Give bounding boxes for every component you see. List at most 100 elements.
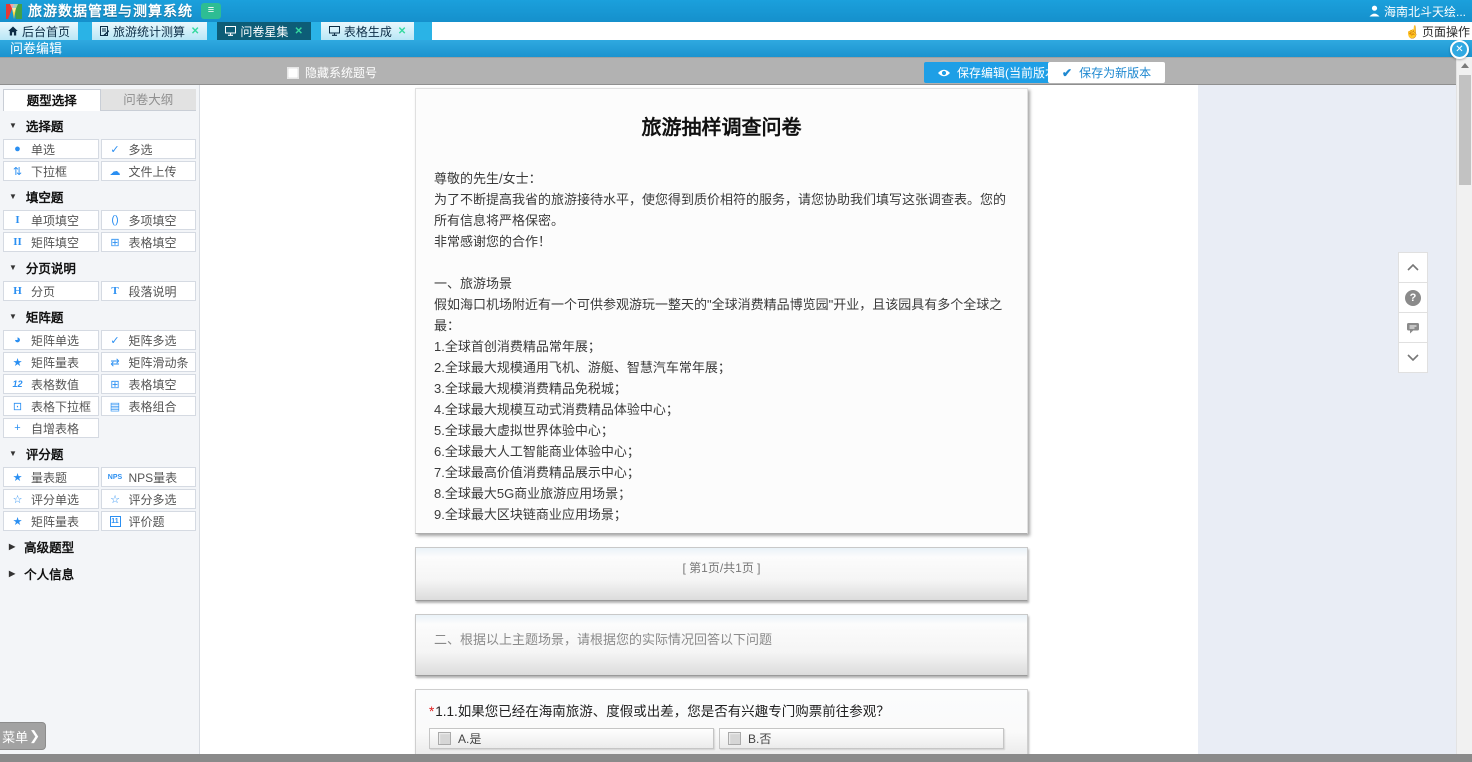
sidebar-item-table-dropdown[interactable]: ⊡ 表格下拉框	[3, 396, 99, 416]
scrollbar-up-arrow[interactable]	[1457, 57, 1472, 73]
item-label: 下拉框	[31, 163, 67, 180]
scroll-bottom-button[interactable]	[1398, 342, 1428, 373]
required-asterisk: *	[429, 704, 434, 719]
item-label: 分页	[31, 283, 55, 300]
section-rating[interactable]: ▼ 评分题	[0, 439, 199, 466]
tab-label: 后台首页	[22, 23, 70, 40]
sidebar-item-table-fill[interactable]: ⊞ 表格填空	[101, 374, 197, 394]
box-dropdown-icon: ⊡	[10, 400, 25, 413]
survey-intro-card[interactable]: 旅游抽样调查问卷 尊敬的先生/女士：为了不断提高我省的旅游接待水平，使您得到质价…	[415, 88, 1028, 534]
star-icon: ★	[10, 356, 25, 369]
user-icon	[1369, 5, 1380, 17]
sidebar-item-matrix-single[interactable]: ◕ 矩阵单选	[3, 330, 99, 350]
radio-dot-icon: ●	[10, 143, 25, 155]
tab-backstage-home[interactable]: 后台首页	[0, 22, 78, 40]
sidebar-item-rate-multi[interactable]: ☆ 评分多选	[101, 489, 197, 509]
sidebar-item-nps[interactable]: NPS NPS量表	[101, 467, 197, 487]
sidebar-item-matrix-blank[interactable]: II 矩阵填空	[3, 232, 99, 252]
sidebar-item-single-blank[interactable]: I 单项填空	[3, 210, 99, 230]
help-button[interactable]: ?	[1398, 282, 1428, 313]
vertical-scrollbar[interactable]	[1456, 57, 1472, 762]
check-icon: ✔	[1062, 66, 1072, 80]
item-label: 文件上传	[129, 163, 177, 180]
panel-title: 问卷编辑	[10, 41, 62, 56]
panel-close-button[interactable]: ✕	[1450, 40, 1469, 59]
tab-table-generate[interactable]: 表格生成 ✕	[321, 22, 414, 40]
section2-title: 二、根据以上主题场景，请根据您的实际情况回答以下问题	[434, 632, 772, 647]
sidebar-item-table-blank[interactable]: ⊞ 表格填空	[101, 232, 197, 252]
tab-label: 问卷星集	[240, 23, 288, 40]
item-label: 矩阵单选	[31, 332, 79, 349]
checkbox[interactable]	[287, 67, 299, 79]
tab-questionnaire[interactable]: 问卷星集 ✕	[217, 22, 310, 40]
menu-flyout-button[interactable]: 菜单 ❯	[0, 722, 46, 750]
menu-label: 菜单	[2, 727, 28, 746]
tab-tourism-statistics[interactable]: 旅游统计测算 ✕	[92, 22, 207, 40]
tab-label: 表格生成	[344, 23, 392, 40]
scrollbar-thumb[interactable]	[1459, 75, 1471, 185]
sidebar-item-auto-table[interactable]: + 自增表格	[3, 418, 99, 438]
page-divider-card[interactable]: [ 第1页/共1页 ]	[415, 547, 1028, 601]
question-card-1[interactable]: *1.1.如果您已经在海南旅游、度假或出差，您是否有兴趣专门购票前往参观？ A.…	[415, 689, 1028, 755]
sidebar-item-table-number[interactable]: 12 表格数值	[3, 374, 99, 394]
save-new-version-button[interactable]: ✔ 保存为新版本	[1048, 62, 1165, 83]
sidebar-item-matrix-slider[interactable]: ⇄ 矩阵滑动条	[101, 352, 197, 372]
sidebar-item-file-upload[interactable]: ☁ 文件上传	[101, 161, 197, 181]
item-label: 量表题	[31, 469, 67, 486]
tab-close-icon[interactable]: ✕	[294, 26, 302, 37]
chevron-right-icon: ❯	[29, 728, 40, 744]
item-label: 自增表格	[31, 420, 79, 437]
sidebar-tab-question-types[interactable]: 题型选择	[3, 89, 101, 111]
item-label: 表格下拉框	[31, 398, 91, 415]
cloud-upload-icon: ☁	[108, 165, 123, 178]
sidebar-item-rate-single[interactable]: ☆ 评分单选	[3, 489, 99, 509]
sidebar-item-paragraph[interactable]: T 段落说明	[101, 281, 197, 301]
section-paging[interactable]: ▼ 分页说明	[0, 253, 199, 280]
sidebar-item-matrix-scale-2[interactable]: ★ 矩阵量表	[3, 511, 99, 531]
sidebar-item-multi-choice[interactable]: ✓ 多选	[101, 139, 197, 159]
sidebar-item-review[interactable]: 11 评价题	[101, 511, 197, 531]
option-a[interactable]: A.是	[429, 728, 714, 749]
scene-line: 3.全球最大规模消费精品免税城；	[434, 378, 1009, 399]
sidebar-item-table-combo[interactable]: ▤ 表格组合	[101, 396, 197, 416]
section-choice-questions[interactable]: ▼ 选择题	[0, 111, 199, 138]
item-label: 评分多选	[129, 491, 177, 508]
option-b[interactable]: B.否	[719, 728, 1004, 749]
caret-down-icon: ▼	[9, 312, 17, 321]
checkmark-icon: ✓	[108, 143, 123, 156]
sidebar-item-page-break[interactable]: H 分页	[3, 281, 99, 301]
double-i-icon: II	[10, 236, 25, 248]
plus-icon: +	[10, 422, 25, 434]
sidebar-item-scale[interactable]: ★ 量表题	[3, 467, 99, 487]
user-account[interactable]: 海南北斗天绘...	[1369, 3, 1466, 20]
survey-title: 旅游抽样调查问卷	[434, 111, 1009, 140]
section-matrix[interactable]: ▼ 矩阵题	[0, 302, 199, 329]
tab-close-icon[interactable]: ✕	[398, 26, 406, 37]
cursor-i-icon: I	[10, 214, 25, 226]
sidebar-item-matrix-multi[interactable]: ✓ 矩阵多选	[101, 330, 197, 350]
sidebar-tab-outline[interactable]: 问卷大纲	[101, 89, 197, 111]
sidebar-item-dropdown[interactable]: ⇅ 下拉框	[3, 161, 99, 181]
item-label: 评分单选	[31, 491, 79, 508]
hamburger-menu-icon[interactable]: ≡	[201, 3, 221, 19]
section-advanced-collapsed[interactable]: ▶ 高级题型	[0, 532, 199, 559]
sidebar-item-single-choice[interactable]: ● 单选	[3, 139, 99, 159]
feedback-button[interactable]	[1398, 312, 1428, 343]
item-label: 矩阵多选	[129, 332, 177, 349]
question-type-sidebar: 题型选择 问卷大纲 ▼ 选择题 ● 单选 ✓ 多选 ⇅ 下拉框 ☁ 文件上传 ▼…	[0, 85, 200, 755]
sidebar-item-multi-blank[interactable]: () 多项填空	[101, 210, 197, 230]
item-label: 多项填空	[129, 212, 177, 229]
section-personal-collapsed[interactable]: ▶ 个人信息	[0, 559, 199, 586]
sidebar-item-matrix-scale[interactable]: ★ 矩阵量表	[3, 352, 99, 372]
option-checkbox[interactable]	[438, 732, 451, 745]
section-fill-blank[interactable]: ▼ 填空题	[0, 182, 199, 209]
page-split-icon: H	[10, 285, 25, 297]
save-current-label: 保存编辑(当前版本)	[957, 64, 1061, 81]
section2-card[interactable]: 二、根据以上主题场景，请根据您的实际情况回答以下问题	[415, 614, 1028, 676]
option-checkbox[interactable]	[728, 732, 741, 745]
hide-question-numbers-toggle[interactable]: 隐藏系统题号	[287, 64, 377, 81]
scroll-top-button[interactable]	[1398, 252, 1428, 283]
tab-close-icon[interactable]: ✕	[191, 26, 199, 37]
scene-line: 2.全球最大规模通用飞机、游艇、智慧汽车常年展；	[434, 357, 1009, 378]
page-operations-button[interactable]: ☝ 页面操作	[1405, 23, 1470, 40]
